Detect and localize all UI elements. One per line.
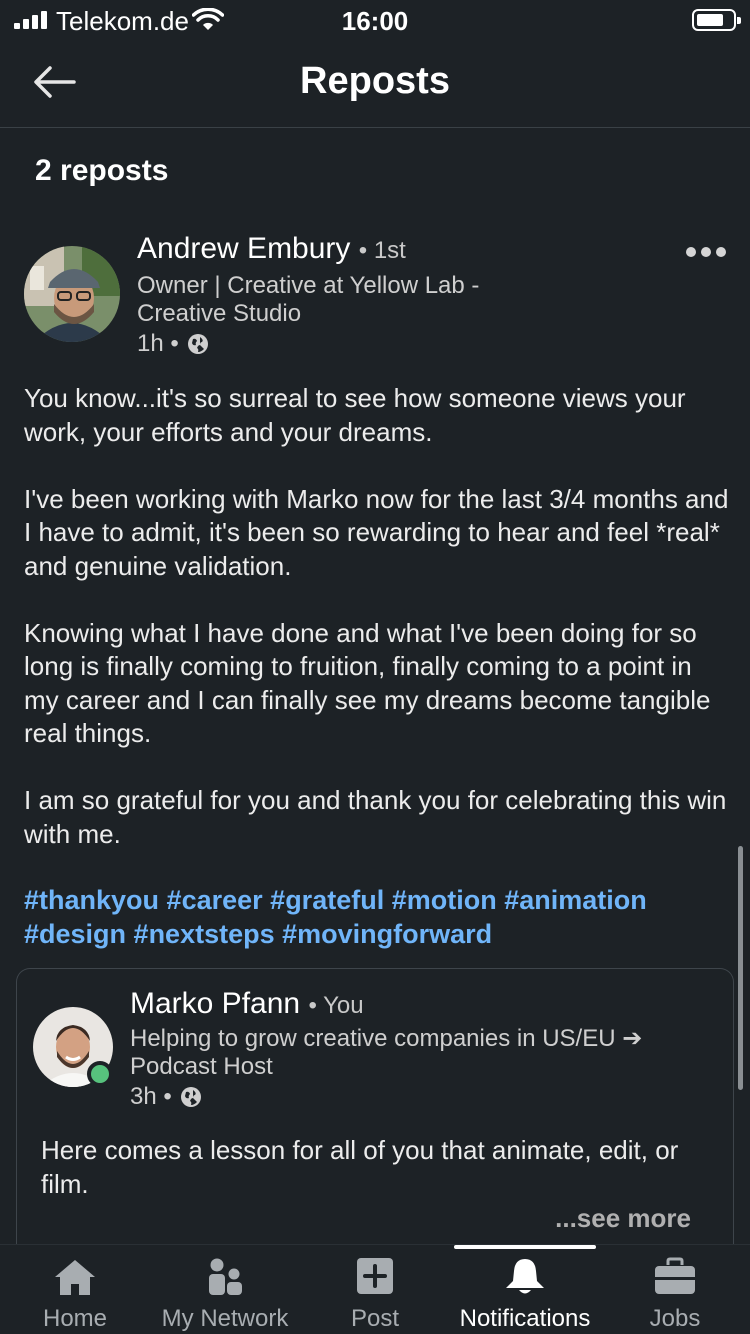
hashtag-link[interactable]: #thankyou — [24, 885, 159, 915]
author-name[interactable]: Andrew Embury • 1st — [137, 232, 406, 266]
see-more-link[interactable]: ...see more — [555, 1203, 691, 1234]
embedded-author-headline: Helping to grow creative companies in US… — [130, 1025, 643, 1080]
hashtag-link[interactable]: #motion — [392, 885, 497, 915]
author-headline: Owner | Creative at Yellow Lab - Creativ… — [137, 272, 480, 327]
hashtag-link[interactable]: #nextsteps — [134, 919, 275, 949]
clock: 16:00 — [341, 6, 409, 36]
post-time: 1h • — [137, 330, 179, 357]
battery-icon — [692, 9, 741, 31]
post-paragraph: Knowing what I have done and what I've b… — [24, 617, 711, 749]
hashtag-link[interactable]: #movingforward — [282, 919, 492, 949]
arrow-left-icon[interactable] — [30, 62, 80, 102]
bell-icon — [506, 1259, 544, 1294]
connection-degree: • 1st — [358, 237, 406, 264]
bottom-tab-bar: Home My Network Post Notifications Jobs — [0, 1244, 750, 1334]
post-body: You know...it's so surreal to see how so… — [24, 382, 729, 885]
hashtag-link[interactable]: #design — [24, 919, 126, 949]
post-paragraph: I am so grateful for you and thank you f… — [24, 785, 727, 849]
globe-icon — [180, 1087, 201, 1107]
embedded-post-card[interactable]: Marko Pfann • You Helping to grow creati… — [16, 968, 734, 1258]
tab-label: Post — [350, 1305, 400, 1332]
author-name-text[interactable]: Andrew Embury — [137, 232, 350, 265]
hashtag-link[interactable]: #animation — [504, 885, 647, 915]
online-status-indicator — [87, 1061, 113, 1087]
embedded-post-time: 3h • — [130, 1083, 172, 1110]
hashtag-link[interactable]: #career — [167, 885, 263, 915]
tab-post[interactable]: Post — [300, 1245, 450, 1334]
embedded-author-name-text[interactable]: Marko Pfann — [130, 987, 300, 1020]
hashtags: #thankyou #career #grateful #motion #ani… — [24, 883, 729, 951]
scrollbar[interactable] — [738, 846, 743, 1090]
post-paragraph: I've been working with Marko now for the… — [24, 483, 729, 581]
globe-icon — [187, 334, 208, 354]
nav-header: Reposts — [0, 40, 750, 128]
network-icon — [209, 1258, 242, 1295]
tab-label: Jobs — [649, 1305, 701, 1332]
author-avatar[interactable] — [24, 246, 120, 342]
page-title: Reposts — [300, 60, 450, 102]
embedded-connection-degree: • You — [308, 992, 364, 1019]
post-meta: 1h • — [137, 330, 209, 358]
tab-label: Notifications — [459, 1305, 591, 1332]
post-paragraph: You know...it's so surreal to see how so… — [24, 383, 686, 447]
tab-notifications[interactable]: Notifications — [450, 1245, 600, 1334]
hashtag-link[interactable]: #grateful — [270, 885, 384, 915]
tab-label: My Network — [161, 1305, 289, 1332]
more-options-button[interactable] — [680, 238, 730, 266]
tab-my-network[interactable]: My Network — [150, 1245, 300, 1334]
status-bar: Telekom.de 16:00 — [0, 0, 750, 40]
home-icon — [55, 1260, 95, 1295]
tab-jobs[interactable]: Jobs — [600, 1245, 750, 1334]
tab-home[interactable]: Home — [0, 1245, 150, 1334]
briefcase-icon — [655, 1257, 695, 1294]
embedded-post-meta: 3h • — [130, 1083, 202, 1111]
embedded-post-body: Here comes a lesson for all of you that … — [41, 1135, 679, 1199]
tab-label: Home — [42, 1305, 108, 1332]
embedded-author-name[interactable]: Marko Pfann • You — [130, 987, 364, 1021]
plus-box-icon — [357, 1258, 393, 1294]
reposts-count: 2 reposts — [35, 154, 169, 187]
